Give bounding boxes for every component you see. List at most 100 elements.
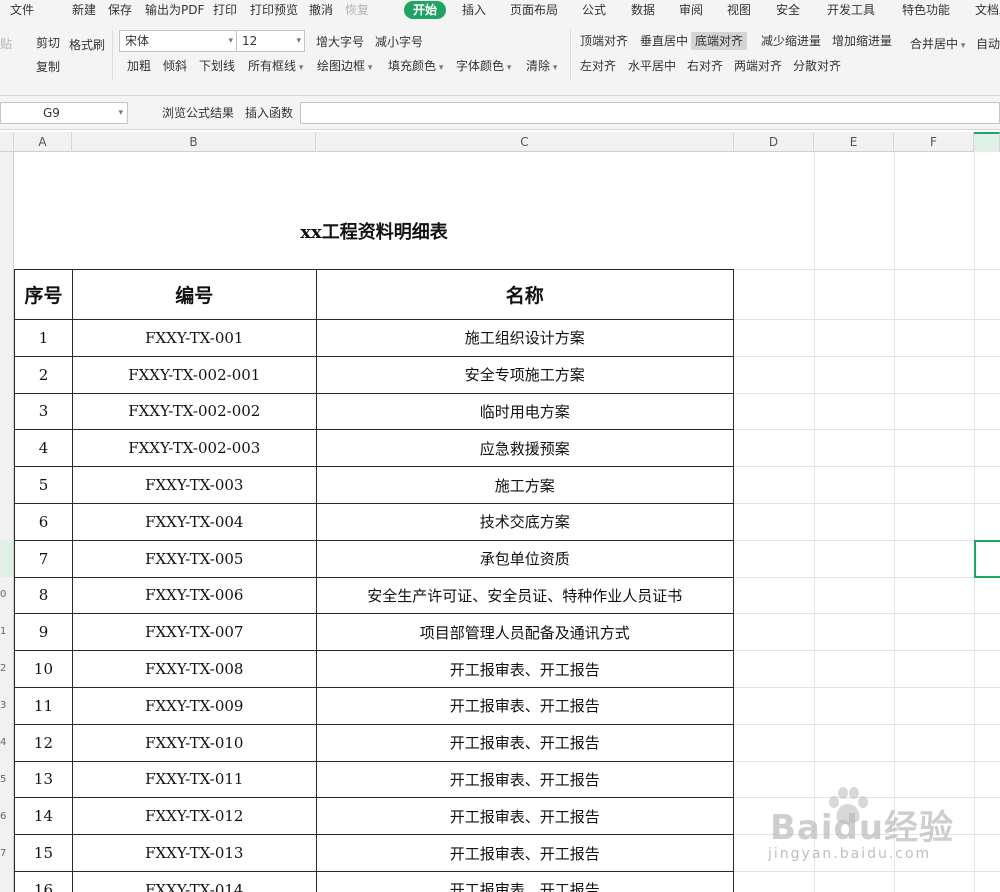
cell-code[interactable]: FXXY-TX-009 <box>71 686 317 725</box>
cell-code[interactable]: FXXY-TX-007 <box>71 613 317 652</box>
cell-code[interactable]: FXXY-TX-001 <box>71 319 317 357</box>
cell-index[interactable]: 12 <box>14 723 73 762</box>
cell-index[interactable]: 14 <box>14 797 73 836</box>
cell-name[interactable]: 临时用电方案 <box>315 392 735 431</box>
menu-print-preview[interactable]: 打印预览 <box>250 1 298 19</box>
active-cell-selection[interactable] <box>974 540 1000 578</box>
name-box[interactable]: G9 ▾ <box>0 102 128 124</box>
align-bottom-button[interactable]: 底端对齐 <box>691 32 748 50</box>
column-header-e[interactable]: E <box>814 132 894 152</box>
cell-code[interactable]: FXXY-TX-002-003 <box>71 429 317 468</box>
tab-page-layout[interactable]: 页面布局 <box>510 1 558 19</box>
menu-undo[interactable]: 撤消 <box>309 1 333 19</box>
insert-function-button[interactable]: 插入函数 <box>245 105 293 121</box>
tab-features[interactable]: 特色功能 <box>902 1 950 19</box>
column-header-f[interactable]: F <box>894 132 974 152</box>
cell-name[interactable]: 开工报审表、开工报告 <box>315 760 735 799</box>
align-top-button[interactable]: 顶端对齐 <box>580 32 628 50</box>
copy-button[interactable]: 复制 <box>36 58 60 76</box>
header-index[interactable]: 序号 <box>14 269 73 320</box>
row-header[interactable]: 0 <box>0 589 13 600</box>
row-header[interactable]: 7 <box>0 848 13 859</box>
format-painter-button[interactable]: 格式刷 <box>69 36 105 54</box>
increase-font-button[interactable]: 增大字号 <box>316 33 364 51</box>
cell-index[interactable]: 1 <box>14 319 73 357</box>
draw-border-button[interactable]: 绘图边框 <box>317 57 372 75</box>
cell-index[interactable]: 11 <box>14 686 73 725</box>
header-name[interactable]: 名称 <box>315 269 735 320</box>
cell-name[interactable]: 施工方案 <box>315 466 735 504</box>
cell-name[interactable]: 施工组织设计方案 <box>315 319 735 357</box>
decrease-font-button[interactable]: 减小字号 <box>375 33 423 51</box>
sheet-title[interactable]: xx工程资料明细表 <box>14 152 734 269</box>
cell-index[interactable]: 15 <box>14 834 73 872</box>
header-code[interactable]: 编号 <box>71 269 317 320</box>
cell-name[interactable]: 项目部管理人员配备及通讯方式 <box>315 613 735 652</box>
tab-data[interactable]: 数据 <box>631 1 655 19</box>
menu-save[interactable]: 保存 <box>108 1 132 19</box>
browse-formula-button[interactable]: 浏览公式结果 <box>162 105 234 121</box>
cell-index[interactable]: 3 <box>14 392 73 431</box>
font-size-select[interactable]: 12 ▾ <box>236 30 305 52</box>
row-header-selected[interactable] <box>0 540 13 577</box>
align-left-button[interactable]: 左对齐 <box>580 57 616 75</box>
column-header-b[interactable]: B <box>72 132 316 152</box>
decrease-indent-button[interactable]: 减少缩进量 <box>761 32 821 50</box>
menu-print[interactable]: 打印 <box>213 1 237 19</box>
cell-name[interactable]: 开工报审表、开工报告 <box>315 834 735 872</box>
cell-name[interactable]: 应急救援预案 <box>315 429 735 468</box>
tab-view[interactable]: 视图 <box>727 1 751 19</box>
italic-button[interactable]: 倾斜 <box>163 57 187 75</box>
cell-name[interactable]: 开工报审表、开工报告 <box>315 723 735 762</box>
row-header[interactable]: 1 <box>0 626 13 637</box>
cell-code[interactable]: FXXY-TX-008 <box>71 650 317 688</box>
cell-index[interactable]: 16 <box>14 870 73 892</box>
tab-doc-assistant[interactable]: 文档助 <box>975 1 1000 19</box>
cell-code[interactable]: FXXY-TX-014 <box>71 870 317 892</box>
tab-review[interactable]: 审阅 <box>679 1 703 19</box>
font-color-button[interactable]: 字体颜色 <box>456 57 511 75</box>
font-name-select[interactable]: 宋体 ▾ <box>119 30 237 52</box>
cell-index[interactable]: 13 <box>14 760 73 799</box>
row-header[interactable]: 3 <box>0 700 13 711</box>
cell-name[interactable]: 承包单位资质 <box>315 539 735 578</box>
cell-code[interactable]: FXXY-TX-011 <box>71 760 317 799</box>
cell-code[interactable]: FXXY-TX-005 <box>71 539 317 578</box>
column-header-g[interactable] <box>974 132 1000 152</box>
row-header[interactable]: 6 <box>0 811 13 822</box>
cell-code[interactable]: FXXY-TX-004 <box>71 502 317 541</box>
all-borders-button[interactable]: 所有框线 <box>248 57 303 75</box>
cell-index[interactable]: 7 <box>14 539 73 578</box>
cell-code[interactable]: FXXY-TX-002-001 <box>71 355 317 394</box>
row-header[interactable]: 5 <box>0 774 13 785</box>
tab-security[interactable]: 安全 <box>776 1 800 19</box>
column-header-d[interactable]: D <box>734 132 814 152</box>
cell-name[interactable]: 安全专项施工方案 <box>315 355 735 394</box>
paste-button[interactable]: 贴 <box>0 35 12 53</box>
menu-export-pdf[interactable]: 输出为PDF <box>145 1 204 19</box>
menu-redo[interactable]: 恢复 <box>345 1 369 19</box>
tab-home[interactable]: 开始 <box>404 1 447 19</box>
row-header[interactable]: 4 <box>0 737 13 748</box>
cell-code[interactable]: FXXY-TX-013 <box>71 834 317 872</box>
distributed-align-button[interactable]: 分散对齐 <box>793 57 841 75</box>
cell-name[interactable]: 开工报审表、开工报告 <box>315 650 735 688</box>
tab-developer[interactable]: 开发工具 <box>827 1 875 19</box>
merge-center-button[interactable]: 合并居中 <box>910 35 965 53</box>
cell-name[interactable]: 技术交底方案 <box>315 502 735 541</box>
cell-code[interactable]: FXXY-TX-006 <box>71 576 317 615</box>
cell-code[interactable]: FXXY-TX-010 <box>71 723 317 762</box>
justify-button[interactable]: 两端对齐 <box>734 57 782 75</box>
cell-index[interactable]: 8 <box>14 576 73 615</box>
formula-input[interactable] <box>300 102 1000 124</box>
cell-code[interactable]: FXXY-TX-002-002 <box>71 392 317 431</box>
cell-name[interactable]: 开工报审表、开工报告 <box>315 686 735 725</box>
fill-color-button[interactable]: 填充颜色 <box>388 57 443 75</box>
row-header[interactable]: 2 <box>0 663 13 674</box>
clear-button[interactable]: 清除 <box>526 57 557 75</box>
cut-button[interactable]: 剪切 <box>36 34 60 52</box>
align-middle-button[interactable]: 垂直居中 <box>640 32 688 50</box>
align-center-button[interactable]: 水平居中 <box>628 57 676 75</box>
cell-index[interactable]: 10 <box>14 650 73 688</box>
cell-name[interactable]: 开工报审表、开工报告 <box>315 870 735 892</box>
